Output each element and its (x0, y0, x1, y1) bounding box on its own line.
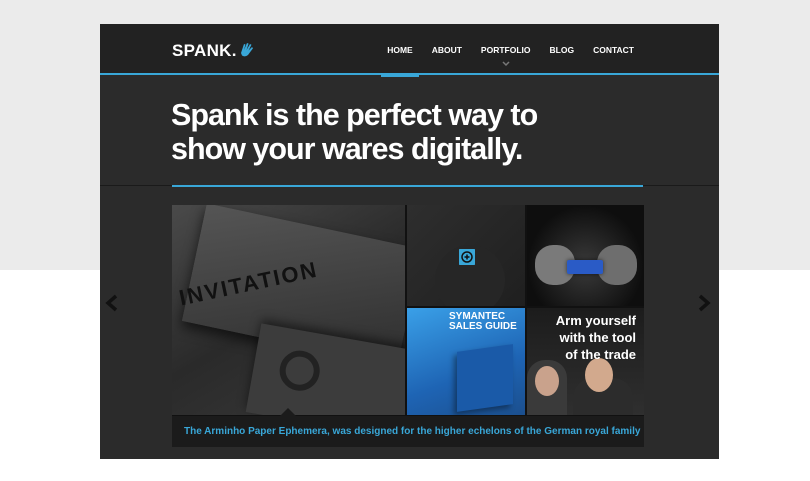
hero-line-2: show your wares digitally. (171, 132, 523, 166)
logo-text: SPANK. (172, 41, 237, 60)
gallery-tile-arm-yourself[interactable]: Arm yourself with the tool of the trade (527, 308, 644, 415)
arm-line-3: of the trade (565, 347, 636, 362)
blue-domino (567, 260, 603, 274)
hand-icon (240, 43, 253, 57)
nav-blog-label: BLOG (549, 44, 575, 55)
site-header: SPANK. HOME ABOUT PORTFOLIO BLOG CONTACT (100, 24, 719, 77)
arm-line-2: with the tool (559, 330, 636, 345)
nav-about[interactable]: ABOUT (426, 24, 468, 75)
gallery-tile-symantec[interactable]: SYMANTEC SALES GUIDE (407, 308, 525, 415)
chevron-down-icon (502, 61, 510, 67)
nav-blog[interactable]: BLOG (544, 24, 581, 75)
nav-portfolio[interactable]: PORTFOLIO (475, 24, 537, 75)
arrow-right-icon[interactable] (696, 294, 712, 312)
nav-contact[interactable]: CONTACT (587, 24, 640, 75)
caption-pointer (280, 408, 296, 416)
nav-home-label: HOME (387, 44, 413, 55)
symantec-title-line2: SALES GUIDE (449, 321, 517, 332)
key-circle (276, 347, 323, 394)
nav-about-label: ABOUT (431, 44, 462, 55)
arm-line-1: Arm yourself (555, 313, 636, 328)
accent-rule (172, 185, 643, 187)
hero-line-1: Spank is the perfect way to (171, 98, 538, 132)
hero-headline: Spank is the perfect way to show your wa… (171, 98, 538, 166)
zoom-plus-icon[interactable] (459, 249, 475, 265)
person-man-face (585, 358, 613, 392)
symantec-title: SYMANTEC SALES GUIDE (449, 312, 517, 332)
logo[interactable]: SPANK. (172, 41, 255, 61)
nav-home[interactable]: HOME (381, 24, 419, 77)
person-woman-face (535, 366, 559, 396)
hand-right (597, 245, 637, 285)
gallery-tile-design[interactable] (407, 205, 525, 306)
website-frame: SPANK. HOME ABOUT PORTFOLIO BLOG CONTACT… (100, 24, 719, 459)
gallery-caption: The Arminho Paper Ephemera, was designed… (172, 416, 644, 447)
arrow-left-icon[interactable] (104, 294, 120, 312)
gallery-tile-hands[interactable] (527, 205, 644, 306)
nav-contact-label: CONTACT (593, 44, 634, 55)
sales-guide-book (457, 344, 513, 412)
portfolio-gallery: INVITATION SYMANTEC SALES GUIDE Arm your… (172, 205, 644, 447)
main-nav: HOME ABOUT PORTFOLIO BLOG CONTACT (374, 24, 640, 77)
nav-portfolio-label: PORTFOLIO (480, 44, 531, 55)
arm-yourself-text: Arm yourself with the tool of the trade (556, 312, 636, 363)
gallery-tile-invitation[interactable]: INVITATION (172, 205, 405, 415)
